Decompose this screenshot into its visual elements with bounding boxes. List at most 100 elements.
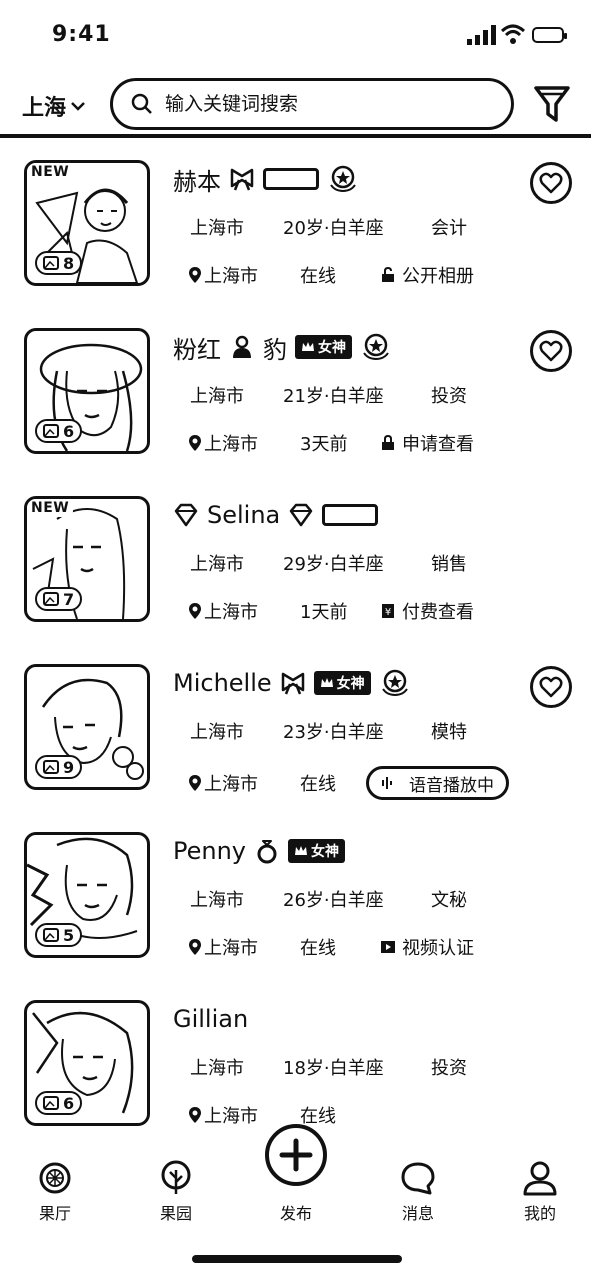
profile-age-sign: 26岁·白羊座 [283, 890, 384, 911]
photo-count-badge: 9 [35, 755, 83, 779]
info-row: 上海市 18岁·白羊座 投资 [190, 1054, 467, 1080]
avatar[interactable]: NEW 8 [24, 160, 150, 286]
meta-row: 上海市 在线 视频认证 [188, 934, 474, 960]
paid-view-link[interactable]: ¥ 付费查看 [380, 598, 474, 624]
voice-play-button[interactable]: 语音播放中 [366, 766, 509, 800]
publish-button[interactable] [265, 1124, 327, 1186]
profile-card[interactable]: NEW 8 赫本 上海市 20岁·白羊座 会计 上海市 在线 公开相册 [0, 142, 591, 310]
image-icon [43, 256, 59, 270]
bow-icon [230, 168, 254, 191]
photo-count-badge: 6 [35, 1091, 83, 1115]
name-row: Gillian [173, 1000, 248, 1038]
album-link[interactable]: 公开相册 [380, 262, 474, 288]
tab-label: 果园 [159, 1204, 192, 1223]
meta-row: 上海市 1天前 ¥ 付费查看 [188, 598, 474, 624]
info-row: 上海市 20岁·白羊座 会计 [190, 214, 467, 240]
tab-me[interactable]: 我的 [500, 1160, 580, 1224]
location-pin-icon [189, 1107, 201, 1123]
photo-count-badge: 5 [35, 923, 83, 947]
profile-location: 上海市 [188, 770, 300, 796]
avatar[interactable]: 9 [24, 664, 150, 790]
heart-icon [539, 676, 563, 698]
profile-job: 销售 [431, 554, 467, 575]
photo-count-badge: 8 [35, 251, 83, 275]
name-row: Selina [173, 496, 379, 534]
profile-card[interactable]: 6 粉红 豹 女神 上海市 21岁·白羊座 投资 上海市 3天前 申请查看 [0, 310, 591, 478]
like-button[interactable] [530, 666, 572, 708]
meta-row: 上海市 3天前 申请查看 [188, 430, 474, 456]
online-status: 3天前 [300, 434, 348, 455]
crown-icon [320, 678, 333, 687]
profile-job: 文秘 [431, 890, 467, 911]
city-selector[interactable]: 上海 [22, 90, 86, 122]
photo-count: 7 [63, 589, 75, 609]
profile-job: 投资 [431, 386, 467, 407]
plus-icon [279, 1138, 313, 1172]
like-button[interactable] [530, 162, 572, 204]
search-input[interactable] [165, 93, 465, 115]
profile-name: Gillian [173, 1005, 249, 1033]
tree-icon [161, 1160, 191, 1194]
search-icon [131, 93, 152, 114]
video-icon [381, 941, 395, 953]
home-indicator [192, 1255, 402, 1263]
profile-card[interactable]: NEW 7 Selina 上海市 29岁·白羊座 销售 上海市 1天前 ¥ 付费… [0, 478, 591, 646]
unlock-icon [382, 267, 394, 282]
profile-location: 上海市 [188, 262, 300, 288]
profile-location: 上海市 [188, 934, 300, 960]
profile-job: 会计 [431, 218, 467, 239]
diamond-icon [290, 503, 313, 527]
profile-job: 投资 [431, 1058, 467, 1079]
photo-count: 6 [63, 1093, 75, 1113]
profile-age-sign: 23岁·白羊座 [283, 722, 384, 743]
bow-icon [281, 672, 304, 695]
profile-city: 上海市 [190, 1058, 244, 1079]
profile-card[interactable]: 9 Michelle 女神 上海市 23岁·白羊座 模特 上海市 在线 语音播放… [0, 646, 591, 814]
battery-icon [532, 27, 567, 43]
request-view-link[interactable]: 申请查看 [380, 430, 474, 456]
profile-name: Selina [207, 501, 281, 529]
goddess-tag: 女神 [295, 335, 352, 359]
profile-age-sign: 18岁·白羊座 [283, 1058, 384, 1079]
image-icon [43, 424, 59, 438]
top-header: 上海 [0, 72, 591, 138]
online-status: 1天前 [300, 602, 348, 623]
ring-icon [257, 840, 277, 864]
video-verify-badge[interactable]: 视频认证 [380, 934, 474, 960]
photo-count: 5 [63, 925, 75, 945]
heart-icon [539, 340, 563, 362]
profile-age-sign: 21岁·白羊座 [283, 386, 384, 407]
filter-icon[interactable] [532, 82, 572, 126]
profile-age-sign: 29岁·白羊座 [283, 554, 384, 575]
profile-name: 赫本 [173, 167, 221, 196]
profile-age-sign: 20岁·白羊座 [283, 218, 384, 239]
crown-badge-icon [330, 165, 356, 193]
profile-card[interactable]: 5 Penny 女神 上海市 26岁·白羊座 文秘 上海市 在线 视频认证 [0, 814, 591, 982]
profile-name: 粉红 [173, 335, 221, 364]
profile-location: 上海市 [188, 430, 300, 456]
profile-name: Penny [173, 837, 247, 865]
avatar[interactable]: 6 [24, 1000, 150, 1126]
avatar[interactable]: 6 [24, 328, 150, 454]
avatar[interactable]: 5 [24, 832, 150, 958]
image-icon [43, 592, 59, 606]
like-button[interactable] [530, 330, 572, 372]
photo-count: 6 [63, 421, 75, 441]
profile-city: 上海市 [190, 386, 244, 407]
location-pin-icon [189, 435, 201, 451]
chat-icon [401, 1162, 435, 1195]
lock-icon [382, 435, 394, 450]
vip-tag [322, 504, 379, 526]
search-bar[interactable] [110, 78, 514, 130]
image-icon [43, 928, 59, 942]
vip-tag [263, 168, 319, 190]
tab-orchard[interactable]: 果园 [136, 1160, 216, 1224]
tab-hall[interactable]: 果厅 [15, 1160, 95, 1224]
avatar[interactable]: NEW 7 [24, 496, 150, 622]
name-row: Penny 女神 [173, 832, 346, 870]
tab-label: 果厅 [38, 1204, 71, 1223]
crown-badge-icon [381, 669, 408, 697]
goddess-tag: 女神 [288, 839, 346, 863]
tab-messages[interactable]: 消息 [378, 1160, 458, 1224]
profile-job: 模特 [431, 722, 467, 743]
